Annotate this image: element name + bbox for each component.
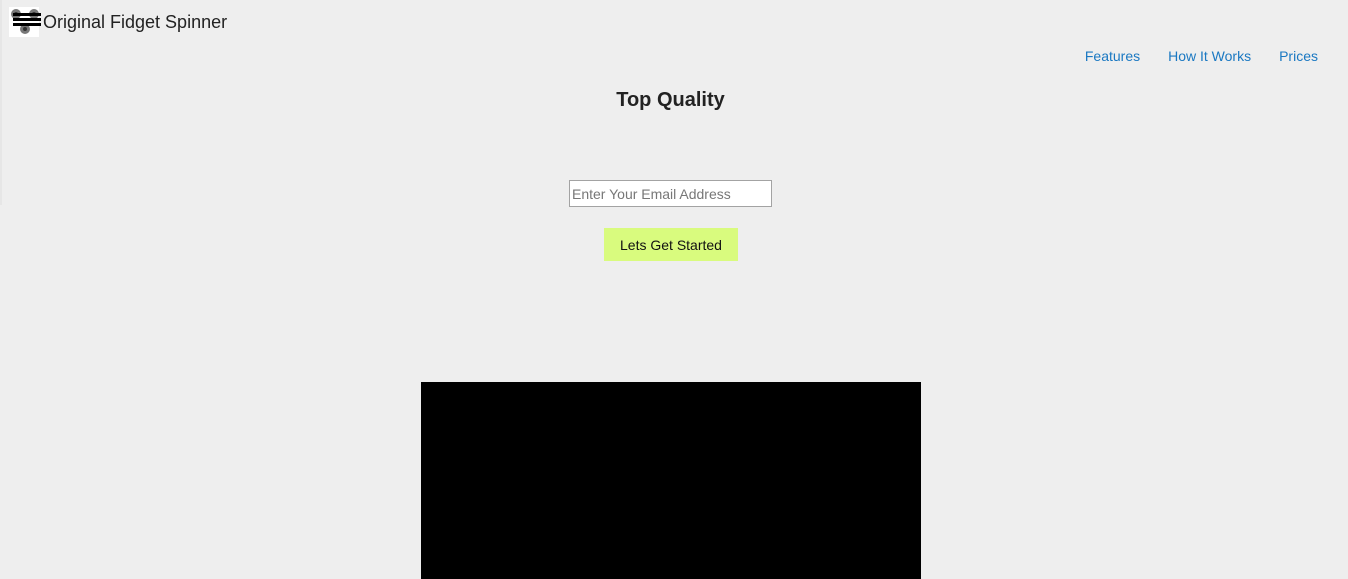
nav-link-prices[interactable]: Prices: [1279, 48, 1318, 64]
fidget-spinner-logo-icon[interactable]: [9, 7, 41, 37]
nav-link-how-it-works[interactable]: How It Works: [1168, 48, 1251, 64]
nav-link-features[interactable]: Features: [1085, 48, 1140, 64]
hero-headline: Top Quality: [616, 89, 725, 111]
get-started-button[interactable]: Lets Get Started: [604, 228, 738, 261]
site-title[interactable]: Original Fidget Spinner: [43, 8, 227, 36]
email-input[interactable]: [569, 180, 772, 207]
site-header: Original Fidget Spinner: [9, 6, 227, 38]
page: Original Fidget Spinner Features How It …: [0, 0, 1348, 579]
video-player[interactable]: [421, 382, 921, 579]
main-nav: Features How It Works Prices: [1085, 48, 1318, 64]
